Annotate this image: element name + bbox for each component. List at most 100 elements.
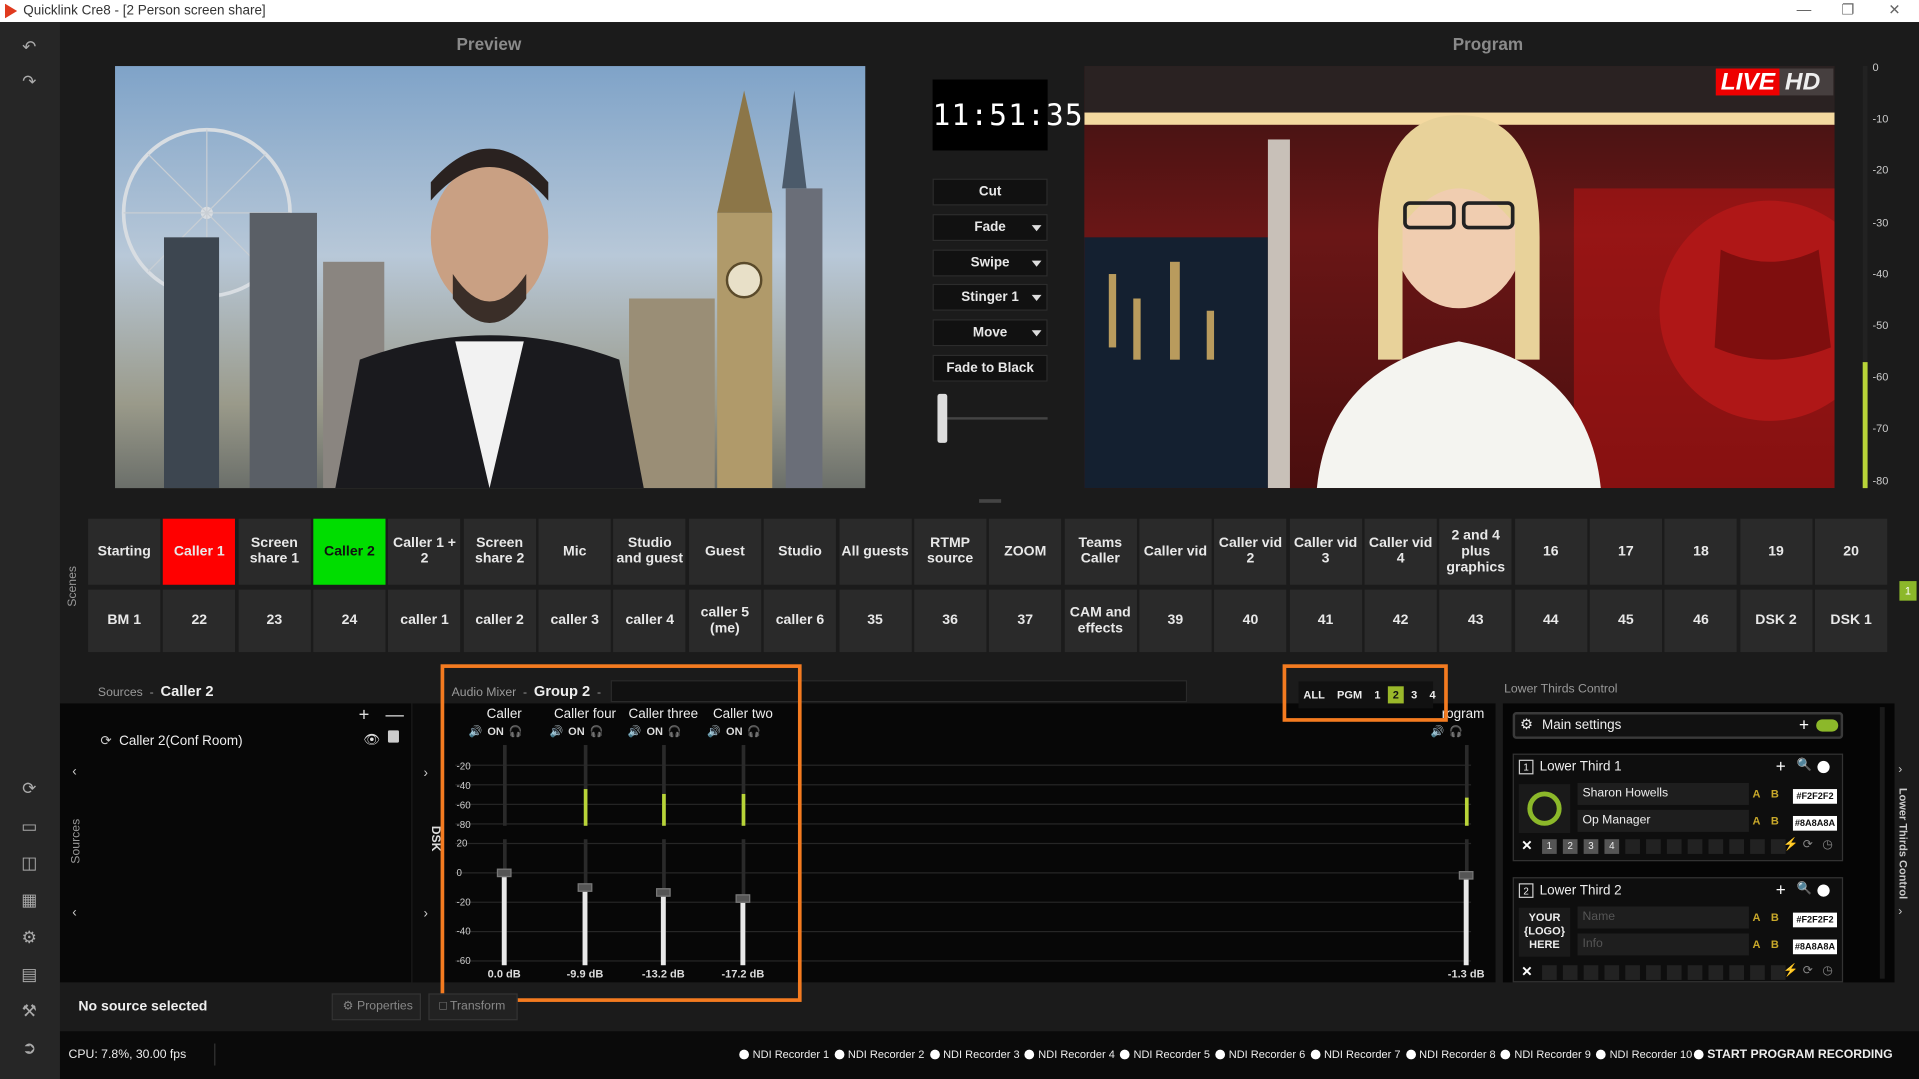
scene-button[interactable]: Caller 1 + 2 xyxy=(388,518,461,585)
cut-button[interactable]: Cut xyxy=(932,178,1048,206)
scene-button[interactable]: Teams Caller xyxy=(1064,518,1137,585)
color-swatch[interactable]: #F2F2F2 xyxy=(1792,912,1837,928)
slot-button[interactable] xyxy=(1729,965,1744,980)
preview-video[interactable] xyxy=(115,66,866,489)
folder-icon[interactable]: ▤ xyxy=(15,962,44,986)
transform-button[interactable]: □ Transform xyxy=(428,993,518,1021)
name-field[interactable]: Name xyxy=(1577,906,1749,929)
scene-button[interactable]: 2 and 4 plus graphics xyxy=(1439,518,1512,585)
slot-button[interactable] xyxy=(1646,839,1661,854)
chevron-down-icon[interactable] xyxy=(1031,330,1042,337)
scene-button[interactable]: Studio and guest xyxy=(613,518,686,585)
close-icon[interactable]: ✕ xyxy=(1521,838,1532,854)
refresh-icon[interactable]: ⟳ xyxy=(1803,964,1813,977)
minimize-icon[interactable]: — xyxy=(1789,1,1818,18)
slot-button[interactable]: 2 xyxy=(1562,839,1578,854)
scene-button[interactable]: caller 3 xyxy=(538,589,611,653)
lock-icon[interactable] xyxy=(387,730,399,743)
chevron-down-icon[interactable] xyxy=(1031,225,1042,232)
add-source-icon[interactable]: + xyxy=(359,705,370,726)
slot-button[interactable]: 1 xyxy=(1542,839,1557,854)
grid-layout-icon[interactable]: ▦ xyxy=(15,887,44,911)
restore-icon[interactable]: ❐ xyxy=(1833,1,1862,18)
lower-third-card[interactable]: 2 Lower Third 2 + 🔍 YOUR {LOGO} HERE Name Info… xyxy=(1512,877,1844,983)
scene-button[interactable]: 37 xyxy=(989,589,1062,653)
scene-button[interactable]: 19 xyxy=(1739,518,1813,585)
scene-button[interactable]: caller 4 xyxy=(613,589,686,653)
monitor-icon[interactable]: ▭ xyxy=(15,814,44,838)
ndi-recorder-toggle[interactable]: NDI Recorder 6 xyxy=(1215,1048,1306,1060)
bold-icon[interactable]: B xyxy=(1771,938,1779,950)
scene-button[interactable]: Studio xyxy=(763,518,837,585)
program-video[interactable]: LIVE HD xyxy=(1084,66,1835,489)
expand-right-icon[interactable]: › xyxy=(1898,905,1902,918)
expand-right-icon[interactable]: › xyxy=(423,907,427,922)
fade-to-black-button[interactable]: Fade to Black xyxy=(932,354,1048,382)
speaker-icon[interactable]: 🔊 xyxy=(1431,725,1445,737)
scene-button[interactable]: Mic xyxy=(538,518,611,585)
fade-button[interactable]: Fade xyxy=(932,214,1048,242)
scene-button[interactable]: caller 6 xyxy=(763,589,837,653)
scene-button[interactable]: ZOOM xyxy=(989,518,1062,585)
redo-icon[interactable]: ↷ xyxy=(15,69,44,93)
bold-icon[interactable]: B xyxy=(1771,911,1779,923)
slot-button[interactable] xyxy=(1625,965,1640,980)
scene-button[interactable]: 22 xyxy=(163,589,236,653)
ndi-recorder-toggle[interactable]: NDI Recorder 7 xyxy=(1310,1048,1401,1060)
undo-icon[interactable]: ↶ xyxy=(15,34,44,58)
scene-button[interactable]: 41 xyxy=(1289,589,1362,653)
scene-button[interactable]: 40 xyxy=(1214,589,1287,653)
scene-button[interactable]: 16 xyxy=(1514,518,1587,585)
slot-button[interactable] xyxy=(1646,965,1661,980)
scene-button[interactable]: CAM and effects xyxy=(1064,589,1137,653)
ndi-recorder-toggle[interactable]: NDI Recorder 4 xyxy=(1025,1048,1115,1060)
font-size-icon[interactable]: A xyxy=(1753,788,1761,800)
search-icon[interactable]: 🔍 xyxy=(1797,758,1812,771)
remove-source-icon[interactable]: — xyxy=(386,705,404,726)
scene-button[interactable]: 45 xyxy=(1589,589,1662,653)
search-icon[interactable]: 🔍 xyxy=(1797,882,1812,895)
scene-button[interactable]: caller 2 xyxy=(463,589,536,653)
ndi-recorder-toggle[interactable]: NDI Recorder 3 xyxy=(930,1048,1020,1060)
refresh-icon[interactable]: ⟳ xyxy=(1803,838,1813,851)
scene-button[interactable]: 46 xyxy=(1664,589,1738,653)
splitter-handle[interactable] xyxy=(979,499,1002,503)
bold-icon[interactable]: B xyxy=(1771,815,1779,827)
ndi-recorder-toggle[interactable]: NDI Recorder 2 xyxy=(834,1048,925,1060)
scene-button[interactable]: 44 xyxy=(1514,589,1587,653)
scene-button[interactable]: caller 1 xyxy=(388,589,461,653)
font-size-icon[interactable]: A xyxy=(1753,911,1761,923)
scene-button[interactable]: RTMP source xyxy=(914,518,987,585)
info-field[interactable]: Info xyxy=(1577,933,1749,956)
swipe-button[interactable]: Swipe xyxy=(932,249,1048,277)
ndi-recorder-toggle[interactable]: NDI Recorder 5 xyxy=(1120,1048,1211,1060)
expand-right-icon[interactable]: › xyxy=(1898,763,1902,776)
slot-button[interactable] xyxy=(1708,965,1724,980)
close-icon[interactable]: ✕ xyxy=(1521,964,1532,980)
refresh-icon[interactable]: ⟳ xyxy=(15,776,44,800)
scene-button[interactable]: All guests xyxy=(838,518,912,585)
bold-icon[interactable]: B xyxy=(1771,788,1779,800)
chevron-down-icon[interactable] xyxy=(1031,260,1042,267)
color-swatch[interactable]: #F2F2F2 xyxy=(1792,789,1837,804)
screen-share-icon[interactable]: ◫ xyxy=(15,850,44,874)
ndi-recorder-toggle[interactable]: NDI Recorder 8 xyxy=(1406,1048,1496,1060)
scene-button[interactable]: 17 xyxy=(1589,518,1662,585)
slot-button[interactable] xyxy=(1687,839,1703,854)
t-bar-handle[interactable] xyxy=(937,393,948,443)
scene-button[interactable]: DSK 2 xyxy=(1739,589,1813,653)
settings-gear-icon[interactable]: ⚙ xyxy=(15,925,44,949)
font-size-icon[interactable]: A xyxy=(1753,938,1761,950)
info-field[interactable]: Op Manager xyxy=(1577,809,1749,832)
move-button[interactable]: Move xyxy=(932,319,1048,347)
tools-icon[interactable]: ⚒ xyxy=(15,998,44,1022)
add-icon[interactable]: + xyxy=(1799,714,1809,734)
color-swatch[interactable]: #8A8A8A xyxy=(1792,815,1837,831)
color-swatch[interactable]: #8A8A8A xyxy=(1792,939,1837,955)
scene-button[interactable]: Caller 1 xyxy=(163,518,236,585)
lower-third-card[interactable]: 1 Lower Third 1 + 🔍 Sharon Howells Op Manager… xyxy=(1512,753,1844,862)
scene-button[interactable]: 18 xyxy=(1664,518,1738,585)
scene-button[interactable]: 24 xyxy=(313,589,386,653)
exit-icon[interactable]: ➲ xyxy=(15,1035,44,1059)
scene-button[interactable]: 23 xyxy=(238,589,311,653)
